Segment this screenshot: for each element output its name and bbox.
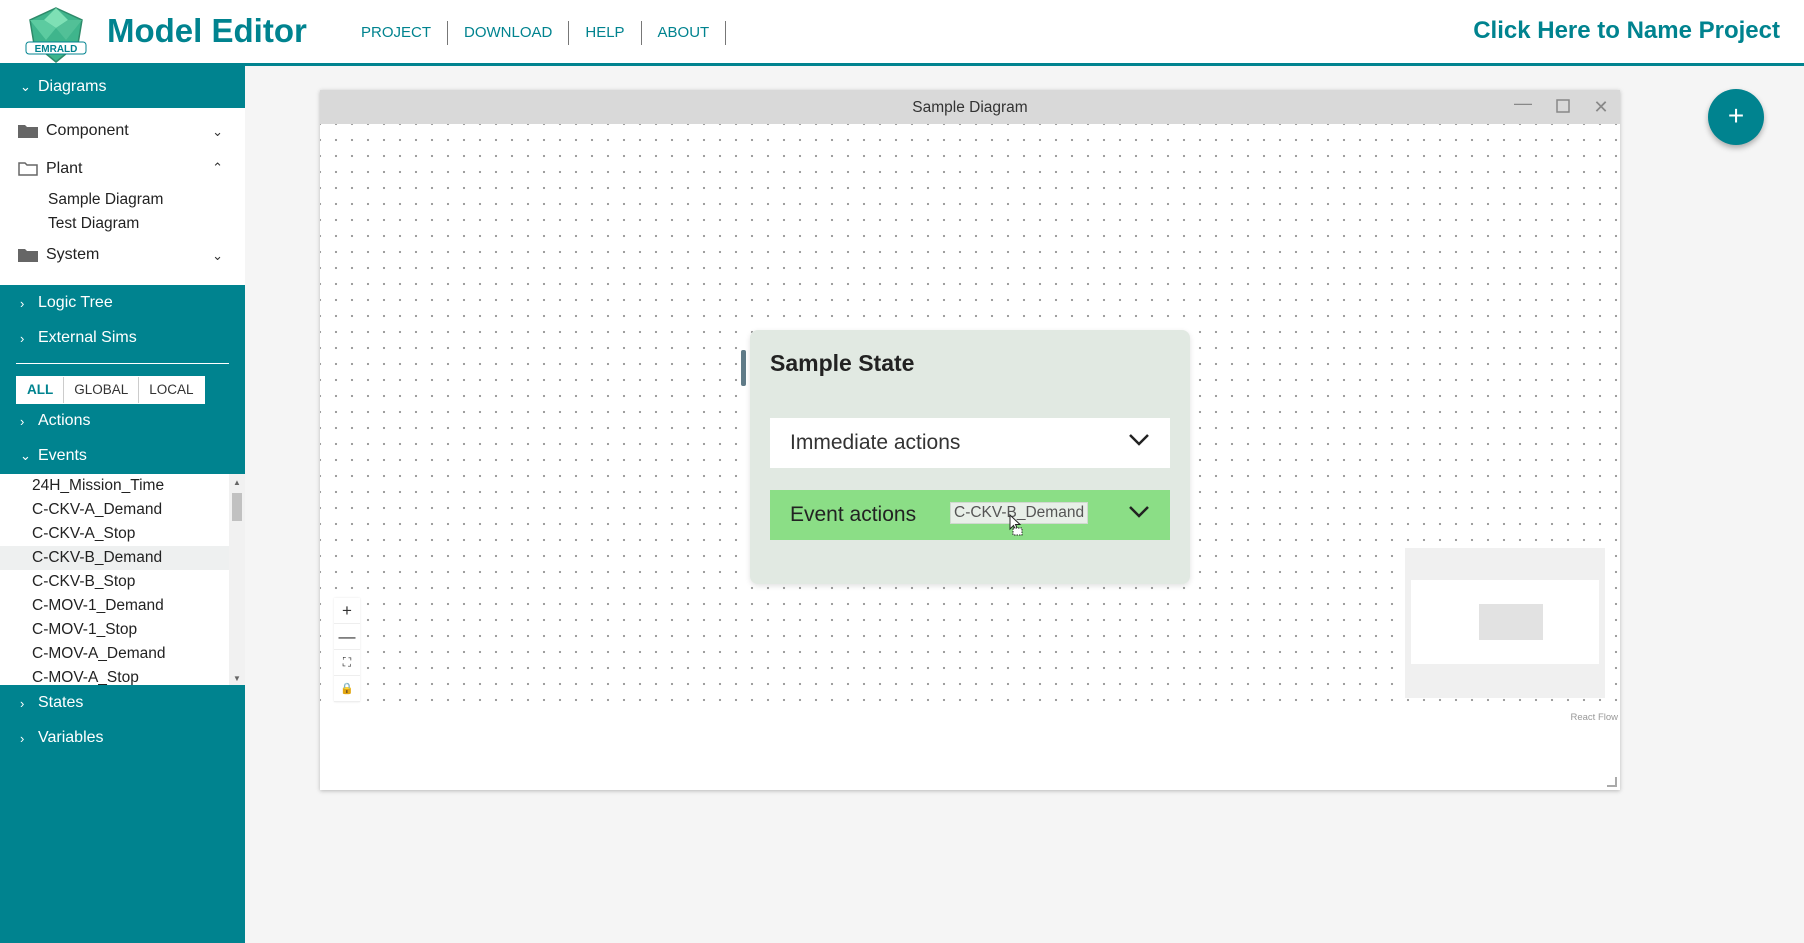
minimap-viewport <box>1411 580 1599 664</box>
diagrams-section-header[interactable]: ⌄ Diagrams <box>0 66 245 108</box>
variables-label: Variables <box>38 729 104 746</box>
chevron-down-icon: ⌄ <box>20 79 31 94</box>
chevron-right-icon: › <box>20 295 25 311</box>
lock-button[interactable]: 🔒 <box>334 676 360 702</box>
chevron-down-icon <box>1129 506 1149 518</box>
add-button[interactable]: + <box>1708 89 1764 145</box>
event-item[interactable]: C-CKV-B_Stop <box>0 570 245 594</box>
states-label: States <box>38 694 84 711</box>
event-item[interactable]: C-CKV-A_Demand <box>0 498 245 522</box>
filter-global[interactable]: GLOBAL <box>64 377 140 403</box>
states-section-header[interactable]: › States <box>0 685 245 721</box>
flow-controls: + — ⛶ 🔒 <box>334 598 360 702</box>
maximize-icon[interactable] <box>1552 96 1574 118</box>
state-title: Sample State <box>770 350 915 376</box>
variables-section-header[interactable]: › Variables <box>0 720 245 756</box>
events-section-header[interactable]: ⌄ Events <box>0 438 245 474</box>
event-item-selected[interactable]: C-CKV-B_Demand <box>0 546 245 570</box>
events-label: Events <box>38 447 87 464</box>
menu-help[interactable]: HELP <box>569 21 642 45</box>
event-item[interactable]: C-MOV-1_Stop <box>0 618 245 642</box>
svg-text:EMRALD: EMRALD <box>35 44 78 55</box>
window-titlebar[interactable]: Sample Diagram — ✕ <box>320 90 1620 124</box>
emrald-logo-icon: EMRALD <box>25 7 87 63</box>
react-flow-attribution[interactable]: React Flow <box>1570 712 1618 723</box>
actions-label: Actions <box>38 412 91 429</box>
chevron-right-icon: › <box>20 695 25 711</box>
folder-label: Component <box>46 122 129 139</box>
events-scrollbar[interactable]: ▲ ▼ <box>229 474 245 685</box>
app-header: EMRALD Model Editor PROJECT DOWNLOAD HEL… <box>0 0 1804 66</box>
app-title: Model Editor <box>107 12 307 49</box>
event-item[interactable]: C-MOV-A_Demand <box>0 642 245 666</box>
diagram-canvas[interactable]: Sample State Immediate actions Event act… <box>320 124 1620 723</box>
external-sims-label: External Sims <box>38 329 137 346</box>
event-item[interactable]: 24H_Mission_Time <box>0 474 245 498</box>
scroll-up-arrow-icon[interactable]: ▲ <box>233 478 241 487</box>
chevron-down-icon: ⌄ <box>212 124 223 139</box>
state-node[interactable]: Sample State Immediate actions Event act… <box>741 330 1190 584</box>
scope-filter: ALL GLOBAL LOCAL <box>16 376 205 404</box>
folder-plant[interactable]: Plant ⌃ <box>0 150 245 188</box>
event-item[interactable]: C-MOV-A_Stop <box>0 666 245 685</box>
folder-label: Plant <box>46 160 83 177</box>
event-item[interactable]: C-MOV-1_Demand <box>0 594 245 618</box>
filter-local[interactable]: LOCAL <box>139 377 203 403</box>
project-name-link[interactable]: Click Here to Name Project <box>1473 17 1780 45</box>
scrollbar-thumb[interactable] <box>232 493 242 521</box>
diagram-window: Sample Diagram — ✕ Sample State Immediat… <box>320 90 1620 790</box>
folder-open-icon <box>18 162 38 176</box>
menu-project[interactable]: PROJECT <box>345 21 449 45</box>
immediate-actions-accordion[interactable]: Immediate actions <box>770 418 1170 468</box>
folder-system[interactable]: System ⌄ <box>0 236 245 274</box>
diagrams-panel: Component ⌄ Plant ⌃ Sample Diagram Test … <box>0 108 245 285</box>
menu-download[interactable]: DOWNLOAD <box>448 21 570 45</box>
drag-cursor-icon <box>1009 514 1023 536</box>
event-actions-accordion[interactable]: Event actions C-CKV-B_Demand <box>770 490 1170 540</box>
node-handle[interactable] <box>741 350 746 386</box>
event-item[interactable]: C-CKV-A_Stop <box>0 522 245 546</box>
chevron-right-icon: › <box>20 330 25 346</box>
logic-tree-section-header[interactable]: › Logic Tree <box>0 285 245 321</box>
window-resize-handle[interactable] <box>1607 777 1617 787</box>
zoom-in-button[interactable]: + <box>334 598 360 624</box>
folder-icon <box>18 249 38 262</box>
chevron-up-icon: ⌃ <box>212 160 223 175</box>
chevron-right-icon: › <box>20 730 25 746</box>
sidebar: ⌄ Diagrams Component ⌄ Plant ⌃ Sample Di… <box>0 66 245 943</box>
events-list: 24H_Mission_Time C-CKV-A_Demand C-CKV-A_… <box>0 474 245 685</box>
chevron-down-icon: ⌄ <box>20 448 31 463</box>
folder-icon <box>18 125 38 138</box>
scroll-down-arrow-icon[interactable]: ▼ <box>233 674 241 683</box>
top-menu: PROJECT DOWNLOAD HELP ABOUT <box>345 21 727 45</box>
diagram-item-sample[interactable]: Sample Diagram <box>0 188 245 212</box>
folder-component[interactable]: Component ⌄ <box>0 112 245 150</box>
close-icon[interactable]: ✕ <box>1590 96 1612 118</box>
zoom-out-button[interactable]: — <box>334 624 360 650</box>
event-actions-label: Event actions <box>790 503 917 526</box>
logic-tree-label: Logic Tree <box>38 294 113 311</box>
window-title: Sample Diagram <box>912 99 1028 116</box>
minimap[interactable] <box>1405 548 1605 698</box>
diagrams-label: Diagrams <box>38 78 107 95</box>
chevron-right-icon: › <box>20 413 25 429</box>
actions-section-header[interactable]: › Actions <box>0 403 245 439</box>
folder-label: System <box>46 246 100 263</box>
immediate-actions-label: Immediate actions <box>790 431 961 454</box>
chevron-down-icon: ⌄ <box>212 248 223 263</box>
sidebar-divider <box>16 363 229 364</box>
chevron-down-icon <box>1129 434 1149 446</box>
minimap-node <box>1479 604 1543 640</box>
fit-view-button[interactable]: ⛶ <box>334 650 360 676</box>
menu-about[interactable]: ABOUT <box>642 21 727 45</box>
filter-all[interactable]: ALL <box>17 377 65 403</box>
diagram-item-test[interactable]: Test Diagram <box>0 212 245 236</box>
minimize-icon[interactable]: — <box>1512 92 1534 114</box>
external-sims-section-header[interactable]: › External Sims <box>0 320 245 356</box>
